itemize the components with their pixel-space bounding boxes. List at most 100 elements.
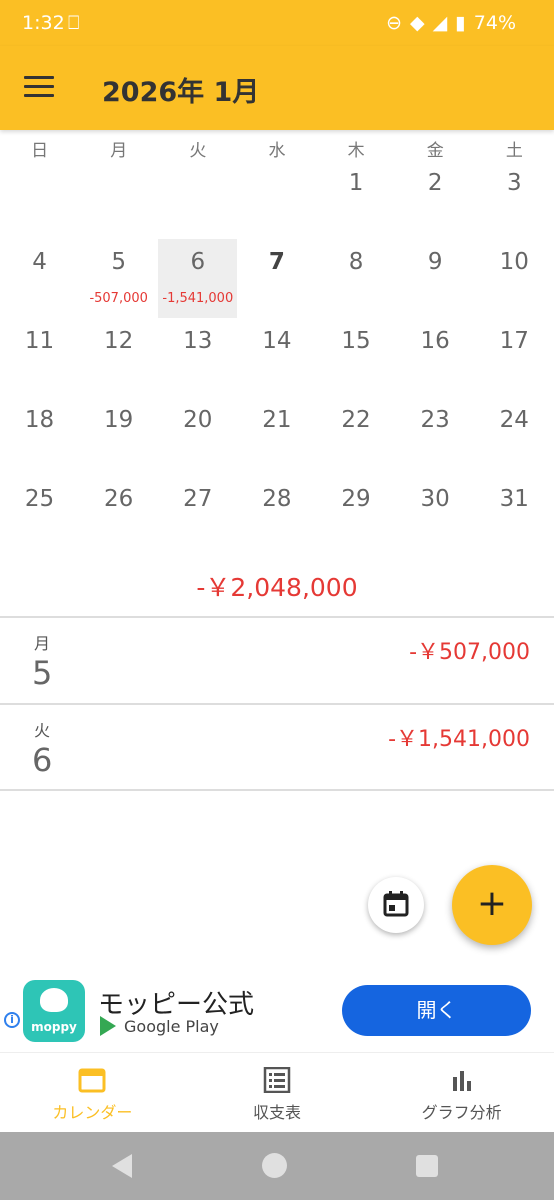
day-number: 14 [262, 328, 292, 354]
day-number: 15 [341, 328, 371, 354]
nav-ledger[interactable]: 収支表 [185, 1053, 370, 1132]
open-button[interactable]: 開く [342, 985, 531, 1036]
calendar-day[interactable]: 7 [237, 239, 316, 318]
back-icon[interactable] [112, 1154, 132, 1178]
calendar-day[interactable]: 3 [475, 160, 554, 239]
day-number: 29 [341, 486, 371, 512]
nav-label: グラフ分析 [421, 1103, 502, 1122]
day-number: 20 [183, 407, 213, 433]
calendar-day[interactable]: 9 [396, 239, 475, 318]
list-icon [263, 1067, 291, 1093]
weekday-label: 月 [110, 141, 128, 161]
day-number: 26 [104, 486, 134, 512]
weekday-header: 日月火水木金土 [0, 130, 554, 161]
today-button[interactable] [368, 877, 424, 933]
nav-graph[interactable]: グラフ分析 [369, 1053, 554, 1132]
day-number: 18 [24, 407, 55, 433]
month-total: -￥2,048,000 [196, 573, 358, 602]
nav-calendar[interactable]: カレンダー [0, 1053, 185, 1132]
weekday-label: 木 [347, 141, 365, 161]
day-number [158, 160, 237, 170]
menu-icon[interactable] [24, 76, 54, 98]
calendar-day[interactable]: 2 [396, 160, 475, 239]
day-number: 13 [183, 328, 213, 354]
battery-icon: ▮ [455, 12, 466, 34]
day-number: 31 [499, 486, 529, 512]
day-number: 8 [348, 249, 364, 275]
month-title: 2026年 1月 [102, 77, 260, 108]
list-item[interactable]: 火 6 -￥1,541,000 [0, 705, 554, 791]
day-number: 17 [499, 328, 529, 354]
calendar-day[interactable]: 12 [79, 318, 158, 397]
battery-percent: 74% [473, 12, 516, 34]
calendar-icon [78, 1068, 106, 1093]
day-number: 23 [420, 407, 450, 433]
day-number: 2 [427, 170, 443, 196]
store-badge: Google Play [100, 1016, 219, 1036]
store-name: Google Play [124, 1016, 219, 1036]
entry-amount: -￥1,541,000 [388, 727, 530, 752]
calendar-day[interactable]: 30 [396, 476, 475, 555]
calendar-day[interactable]: 23 [396, 397, 475, 476]
calendar-day[interactable]: 6 -1,541,000 [158, 239, 238, 318]
day-number: 1 [348, 170, 364, 196]
ad-banner[interactable]: i moppy モッピー公式 Google Play 開く [0, 972, 554, 1052]
calendar-day[interactable]: 4 [0, 239, 79, 318]
calendar-icon [383, 891, 409, 917]
day-number: 22 [341, 407, 371, 433]
day-number: 4 [32, 249, 47, 275]
entry-day: 5 [32, 654, 53, 692]
day-number: 10 [499, 249, 529, 275]
signal-icon: ◢ [432, 12, 448, 34]
calendar-day[interactable]: 15 [317, 318, 396, 397]
calendar-day[interactable]: 21 [237, 397, 316, 476]
bar-chart-icon [452, 1071, 471, 1091]
day-number [237, 160, 316, 170]
calendar-day[interactable]: 25 [0, 476, 79, 555]
calendar-day[interactable]: 22 [317, 397, 396, 476]
calendar-day[interactable]: 24 [475, 397, 554, 476]
calendar-grid: 日月火水木金土 1 2 3 4 5 -507,000 6 -1,541,000 7 8 9 10 11 1… [0, 130, 554, 555]
entry-weekday: 火 [34, 721, 51, 740]
calendar-day [79, 160, 158, 239]
calendar-day[interactable]: 19 [79, 397, 158, 476]
calendar-day[interactable]: 18 [0, 397, 79, 476]
calendar-day[interactable]: 11 [0, 318, 79, 397]
add-button[interactable]: + [452, 865, 532, 945]
nav-label: 収支表 [253, 1103, 302, 1122]
calendar-day[interactable]: 10 [475, 239, 554, 318]
weekday-label: 水 [268, 141, 286, 161]
recents-icon[interactable] [416, 1155, 438, 1177]
calendar-day [0, 160, 79, 239]
home-icon[interactable] [262, 1153, 287, 1178]
week-row: 18 19 20 21 22 23 24 [0, 397, 554, 476]
app-bar: 2026年 1月 [0, 46, 554, 130]
calendar-day[interactable]: 20 [158, 397, 237, 476]
calendar-day[interactable]: 8 [317, 239, 396, 318]
calendar-day[interactable]: 16 [396, 318, 475, 397]
day-number: 27 [183, 486, 213, 512]
weekday-label: 土 [505, 141, 523, 161]
calendar-day[interactable]: 26 [79, 476, 158, 555]
calendar-day[interactable]: 28 [237, 476, 316, 555]
day-number: 21 [262, 407, 292, 433]
week-row: 4 5 -507,000 6 -1,541,000 7 8 9 10 [0, 239, 554, 318]
calendar-day[interactable]: 31 [475, 476, 554, 555]
calendar-day[interactable]: 13 [158, 318, 237, 397]
sleep-icon: ⎕ [68, 12, 80, 34]
info-icon[interactable]: i [4, 1012, 20, 1028]
calendar-day[interactable]: 14 [237, 318, 316, 397]
day-number: 24 [499, 407, 529, 433]
calendar-day[interactable]: 27 [158, 476, 237, 555]
day-amount: -1,541,000 [162, 291, 234, 306]
weekday-label: 日 [31, 141, 49, 161]
nav-label: カレンダー [52, 1103, 133, 1122]
calendar-day[interactable]: 5 -507,000 [79, 239, 158, 318]
day-number: 12 [104, 328, 134, 354]
calendar-day[interactable]: 1 [317, 160, 396, 239]
calendar-day[interactable]: 17 [475, 318, 554, 397]
day-number: 7 [268, 249, 285, 275]
day-number: 16 [420, 328, 450, 354]
calendar-day[interactable]: 29 [317, 476, 396, 555]
list-item[interactable]: 月 5 -￥507,000 [0, 618, 554, 704]
